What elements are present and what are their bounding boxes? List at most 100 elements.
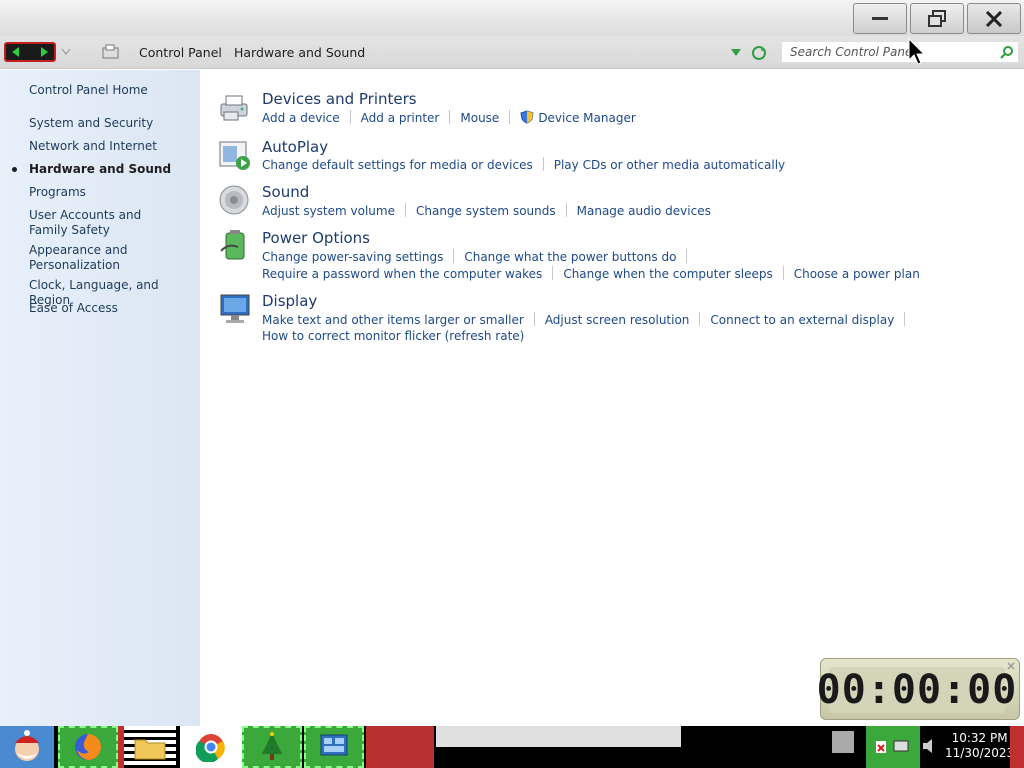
link-add-device[interactable]: Add a device	[262, 111, 340, 125]
separator	[904, 312, 906, 326]
link-mouse[interactable]: Mouse	[460, 111, 499, 125]
category-title[interactable]: AutoPlay	[262, 138, 328, 156]
sidebar-item-programs[interactable]: Programs	[29, 185, 199, 200]
link-change-power-saving[interactable]: Change power-saving settings	[262, 250, 443, 264]
recent-pages-chevron-icon[interactable]	[61, 48, 71, 56]
taskbar-tree-app[interactable]	[242, 726, 302, 768]
minimize-button[interactable]	[853, 3, 907, 34]
search-placeholder: Search Control Panel	[790, 45, 916, 59]
separator	[552, 266, 554, 280]
separator	[565, 203, 567, 217]
sidebar-item-control-panel-home[interactable]: Control Panel Home	[29, 83, 199, 98]
separator	[533, 312, 535, 326]
firefox-icon	[75, 734, 101, 760]
stopwatch-gadget[interactable]: 00:00:00	[816, 658, 1020, 720]
restore-button[interactable]	[910, 3, 964, 34]
separator	[782, 266, 784, 280]
category-links: Change power-saving settings Change what …	[262, 249, 697, 264]
taskbar-chrome[interactable]	[180, 726, 242, 768]
system-tray-icons	[866, 726, 920, 768]
sidebar-item-network-and-internet[interactable]: Network and Internet	[29, 139, 199, 154]
category-title[interactable]: Devices and Printers	[262, 90, 417, 108]
category-links: Adjust system volume Change system sounds…	[262, 203, 711, 218]
separator	[686, 249, 688, 263]
link-computer-sleeps[interactable]: Change when the computer sleeps	[563, 267, 772, 281]
category-links: Change default settings for media or dev…	[262, 157, 785, 172]
link-screen-resolution[interactable]: Adjust screen resolution	[545, 313, 690, 327]
timer-display: 00:00:00	[816, 667, 1018, 713]
nav-arrows	[4, 42, 56, 62]
control-panel-icon	[102, 44, 119, 59]
show-desktop-button[interactable]	[1010, 726, 1024, 768]
taskbar-explorer[interactable]	[124, 726, 176, 768]
forward-arrow-icon	[41, 47, 48, 57]
sidebar-item-user-accounts[interactable]: User Accounts and Family Safety	[29, 208, 179, 238]
link-require-password[interactable]: Require a password when the computer wak…	[262, 267, 542, 281]
link-external-display[interactable]: Connect to an external display	[710, 313, 894, 327]
category-links: How to correct monitor flicker (refresh …	[262, 329, 524, 343]
category-links: Require a password when the computer wak…	[262, 266, 920, 281]
category-links: Add a device Add a printer Mouse Device Man…	[262, 110, 636, 125]
search-icon[interactable]	[1000, 45, 1014, 59]
sidebar-item-ease-of-access[interactable]: Ease of Access	[29, 301, 199, 316]
volume-icon[interactable]	[922, 738, 936, 754]
folder-icon	[134, 739, 166, 760]
breadcrumb-control-panel[interactable]: Control Panel	[139, 45, 222, 60]
autoplay-icon	[219, 141, 250, 170]
chrome-icon	[196, 734, 225, 762]
close-icon	[985, 10, 1003, 27]
separator	[542, 157, 544, 171]
santa-start-icon	[15, 730, 39, 761]
link-change-system-sounds[interactable]: Change system sounds	[416, 204, 556, 218]
battery-icon	[220, 230, 245, 260]
category-title[interactable]: Display	[262, 292, 317, 310]
taskbar-firefox[interactable]	[58, 726, 118, 768]
link-change-default-settings[interactable]: Change default settings for media or dev…	[262, 158, 533, 172]
address-dropdown-icon[interactable]	[731, 49, 741, 57]
link-play-cds[interactable]: Play CDs or other media automatically	[554, 158, 785, 172]
link-device-manager[interactable]: Device Manager	[538, 111, 635, 125]
sidebar-item-hardware-and-sound: Hardware and Sound	[29, 162, 172, 176]
minimize-icon	[872, 16, 888, 20]
category-title[interactable]: Sound	[262, 183, 309, 201]
start-button[interactable]	[0, 726, 54, 768]
separator	[404, 203, 406, 217]
tray-app-icon[interactable]	[832, 731, 854, 753]
control-panel-app-icon	[320, 734, 348, 756]
link-add-printer[interactable]: Add a printer	[361, 111, 440, 125]
link-monitor-flicker[interactable]: How to correct monitor flicker (refresh …	[262, 329, 524, 343]
link-manage-audio-devices[interactable]: Manage audio devices	[577, 204, 711, 218]
clock-time: 10:32 PM	[951, 731, 1008, 745]
back-button[interactable]	[6, 44, 30, 60]
link-power-plan[interactable]: Choose a power plan	[794, 267, 920, 281]
title-bar	[0, 0, 1024, 36]
active-bullet-icon	[12, 167, 17, 172]
sidebar-item-appearance[interactable]: Appearance and Personalization	[29, 243, 149, 273]
back-arrow-icon	[12, 47, 19, 57]
clock-date: 11/30/2023	[945, 746, 1015, 760]
sidebar-item-system-and-security[interactable]: System and Security	[29, 116, 199, 131]
separator	[449, 110, 451, 124]
address-bar: Control Panel Hardware and Sound Search …	[0, 36, 1024, 69]
monitor-icon	[220, 294, 250, 323]
link-adjust-volume[interactable]: Adjust system volume	[262, 204, 395, 218]
link-text-size[interactable]: Make text and other items larger or smal…	[262, 313, 524, 327]
forward-button[interactable]	[30, 44, 54, 60]
printer-icon	[220, 95, 248, 121]
close-button[interactable]	[967, 3, 1021, 34]
taskbar-clock[interactable]: 10:32 PM 11/30/2023	[945, 731, 1014, 761]
taskbar-control-panel[interactable]	[304, 726, 364, 768]
shield-icon	[520, 110, 534, 124]
taskbar: 10:32 PM 11/30/2023	[0, 726, 1024, 768]
taskbar-pinned-red[interactable]	[366, 726, 434, 768]
search-input[interactable]: Search Control Panel	[781, 41, 1019, 63]
network-icon[interactable]	[868, 737, 918, 757]
category-links: Make text and other items larger or smal…	[262, 312, 915, 327]
link-power-buttons[interactable]: Change what the power buttons do	[464, 250, 676, 264]
separator	[509, 110, 511, 124]
category-title[interactable]: Power Options	[262, 229, 370, 247]
gadget-close-icon[interactable]	[1007, 662, 1015, 670]
breadcrumb-hardware-and-sound[interactable]: Hardware and Sound	[234, 45, 365, 60]
taskbar-empty-area	[436, 726, 681, 747]
refresh-icon[interactable]	[751, 45, 767, 61]
